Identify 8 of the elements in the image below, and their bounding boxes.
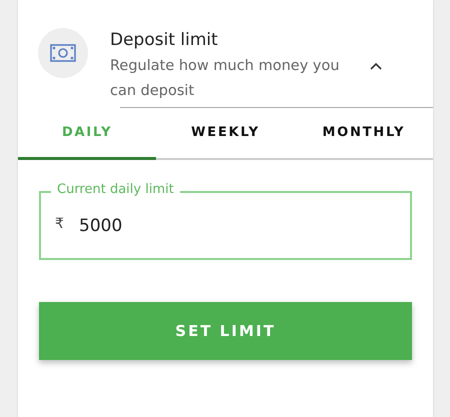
field-label: Current daily limit <box>51 182 180 197</box>
chevron-icon[interactable] <box>370 62 382 70</box>
currency-symbol: ₹ <box>55 216 64 232</box>
section-title: Deposit limit <box>110 30 219 50</box>
period-tab[interactable]: MONTHLY <box>294 108 433 160</box>
banknote-icon <box>38 28 88 78</box>
period-tab[interactable]: WEEKLY <box>156 108 295 160</box>
section-description: Regulate how much money you can deposit <box>110 57 340 101</box>
